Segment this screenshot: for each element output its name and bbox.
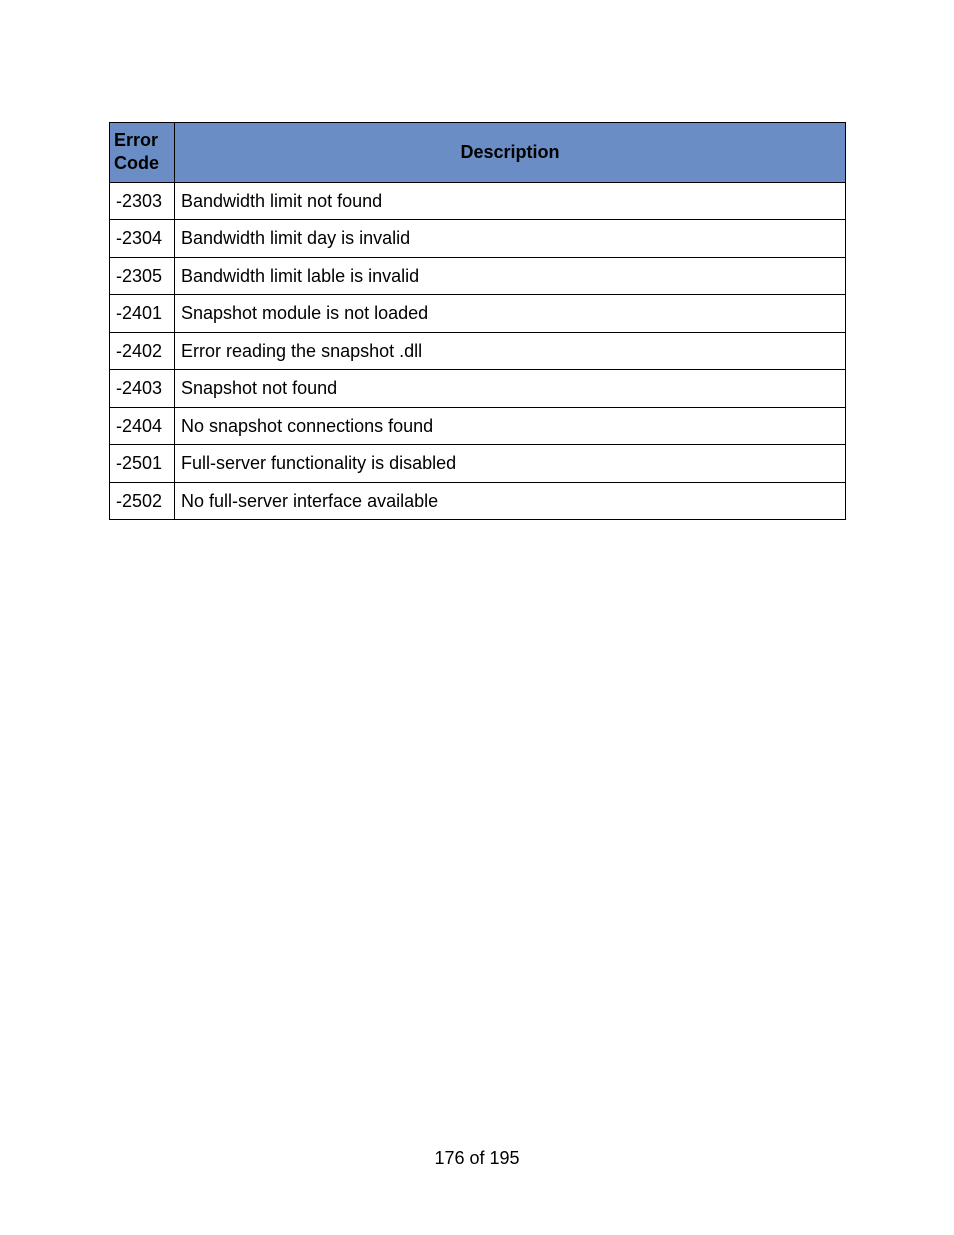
- table-row: -2304 Bandwidth limit day is invalid: [110, 220, 846, 258]
- cell-description: No full-server interface available: [175, 482, 846, 520]
- cell-description: Snapshot not found: [175, 370, 846, 408]
- cell-error-code: -2401: [110, 295, 175, 333]
- cell-error-code: -2305: [110, 257, 175, 295]
- cell-description: No snapshot connections found: [175, 407, 846, 445]
- cell-error-code: -2304: [110, 220, 175, 258]
- page-number: 176 of 195: [0, 1148, 954, 1169]
- cell-error-code: -2502: [110, 482, 175, 520]
- cell-description: Bandwidth limit not found: [175, 182, 846, 220]
- cell-description: Bandwidth limit day is invalid: [175, 220, 846, 258]
- table-row: -2305 Bandwidth limit lable is invalid: [110, 257, 846, 295]
- cell-description: Error reading the snapshot .dll: [175, 332, 846, 370]
- cell-description: Full-server functionality is disabled: [175, 445, 846, 483]
- table-row: -2303 Bandwidth limit not found: [110, 182, 846, 220]
- cell-error-code: -2402: [110, 332, 175, 370]
- cell-error-code: -2501: [110, 445, 175, 483]
- cell-description: Bandwidth limit lable is invalid: [175, 257, 846, 295]
- table-header-row: Error Code Description: [110, 123, 846, 183]
- table-row: -2402 Error reading the snapshot .dll: [110, 332, 846, 370]
- table-row: -2501 Full-server functionality is disab…: [110, 445, 846, 483]
- cell-description: Snapshot module is not loaded: [175, 295, 846, 333]
- table-row: -2403 Snapshot not found: [110, 370, 846, 408]
- error-table-container: Error Code Description -2303 Bandwidth l…: [109, 122, 846, 520]
- header-description: Description: [175, 123, 846, 183]
- document-page: Error Code Description -2303 Bandwidth l…: [0, 0, 954, 1235]
- cell-error-code: -2403: [110, 370, 175, 408]
- cell-error-code: -2303: [110, 182, 175, 220]
- table-row: -2502 No full-server interface available: [110, 482, 846, 520]
- cell-error-code: -2404: [110, 407, 175, 445]
- error-code-table: Error Code Description -2303 Bandwidth l…: [109, 122, 846, 520]
- header-error-code: Error Code: [110, 123, 175, 183]
- table-row: -2401 Snapshot module is not loaded: [110, 295, 846, 333]
- table-row: -2404 No snapshot connections found: [110, 407, 846, 445]
